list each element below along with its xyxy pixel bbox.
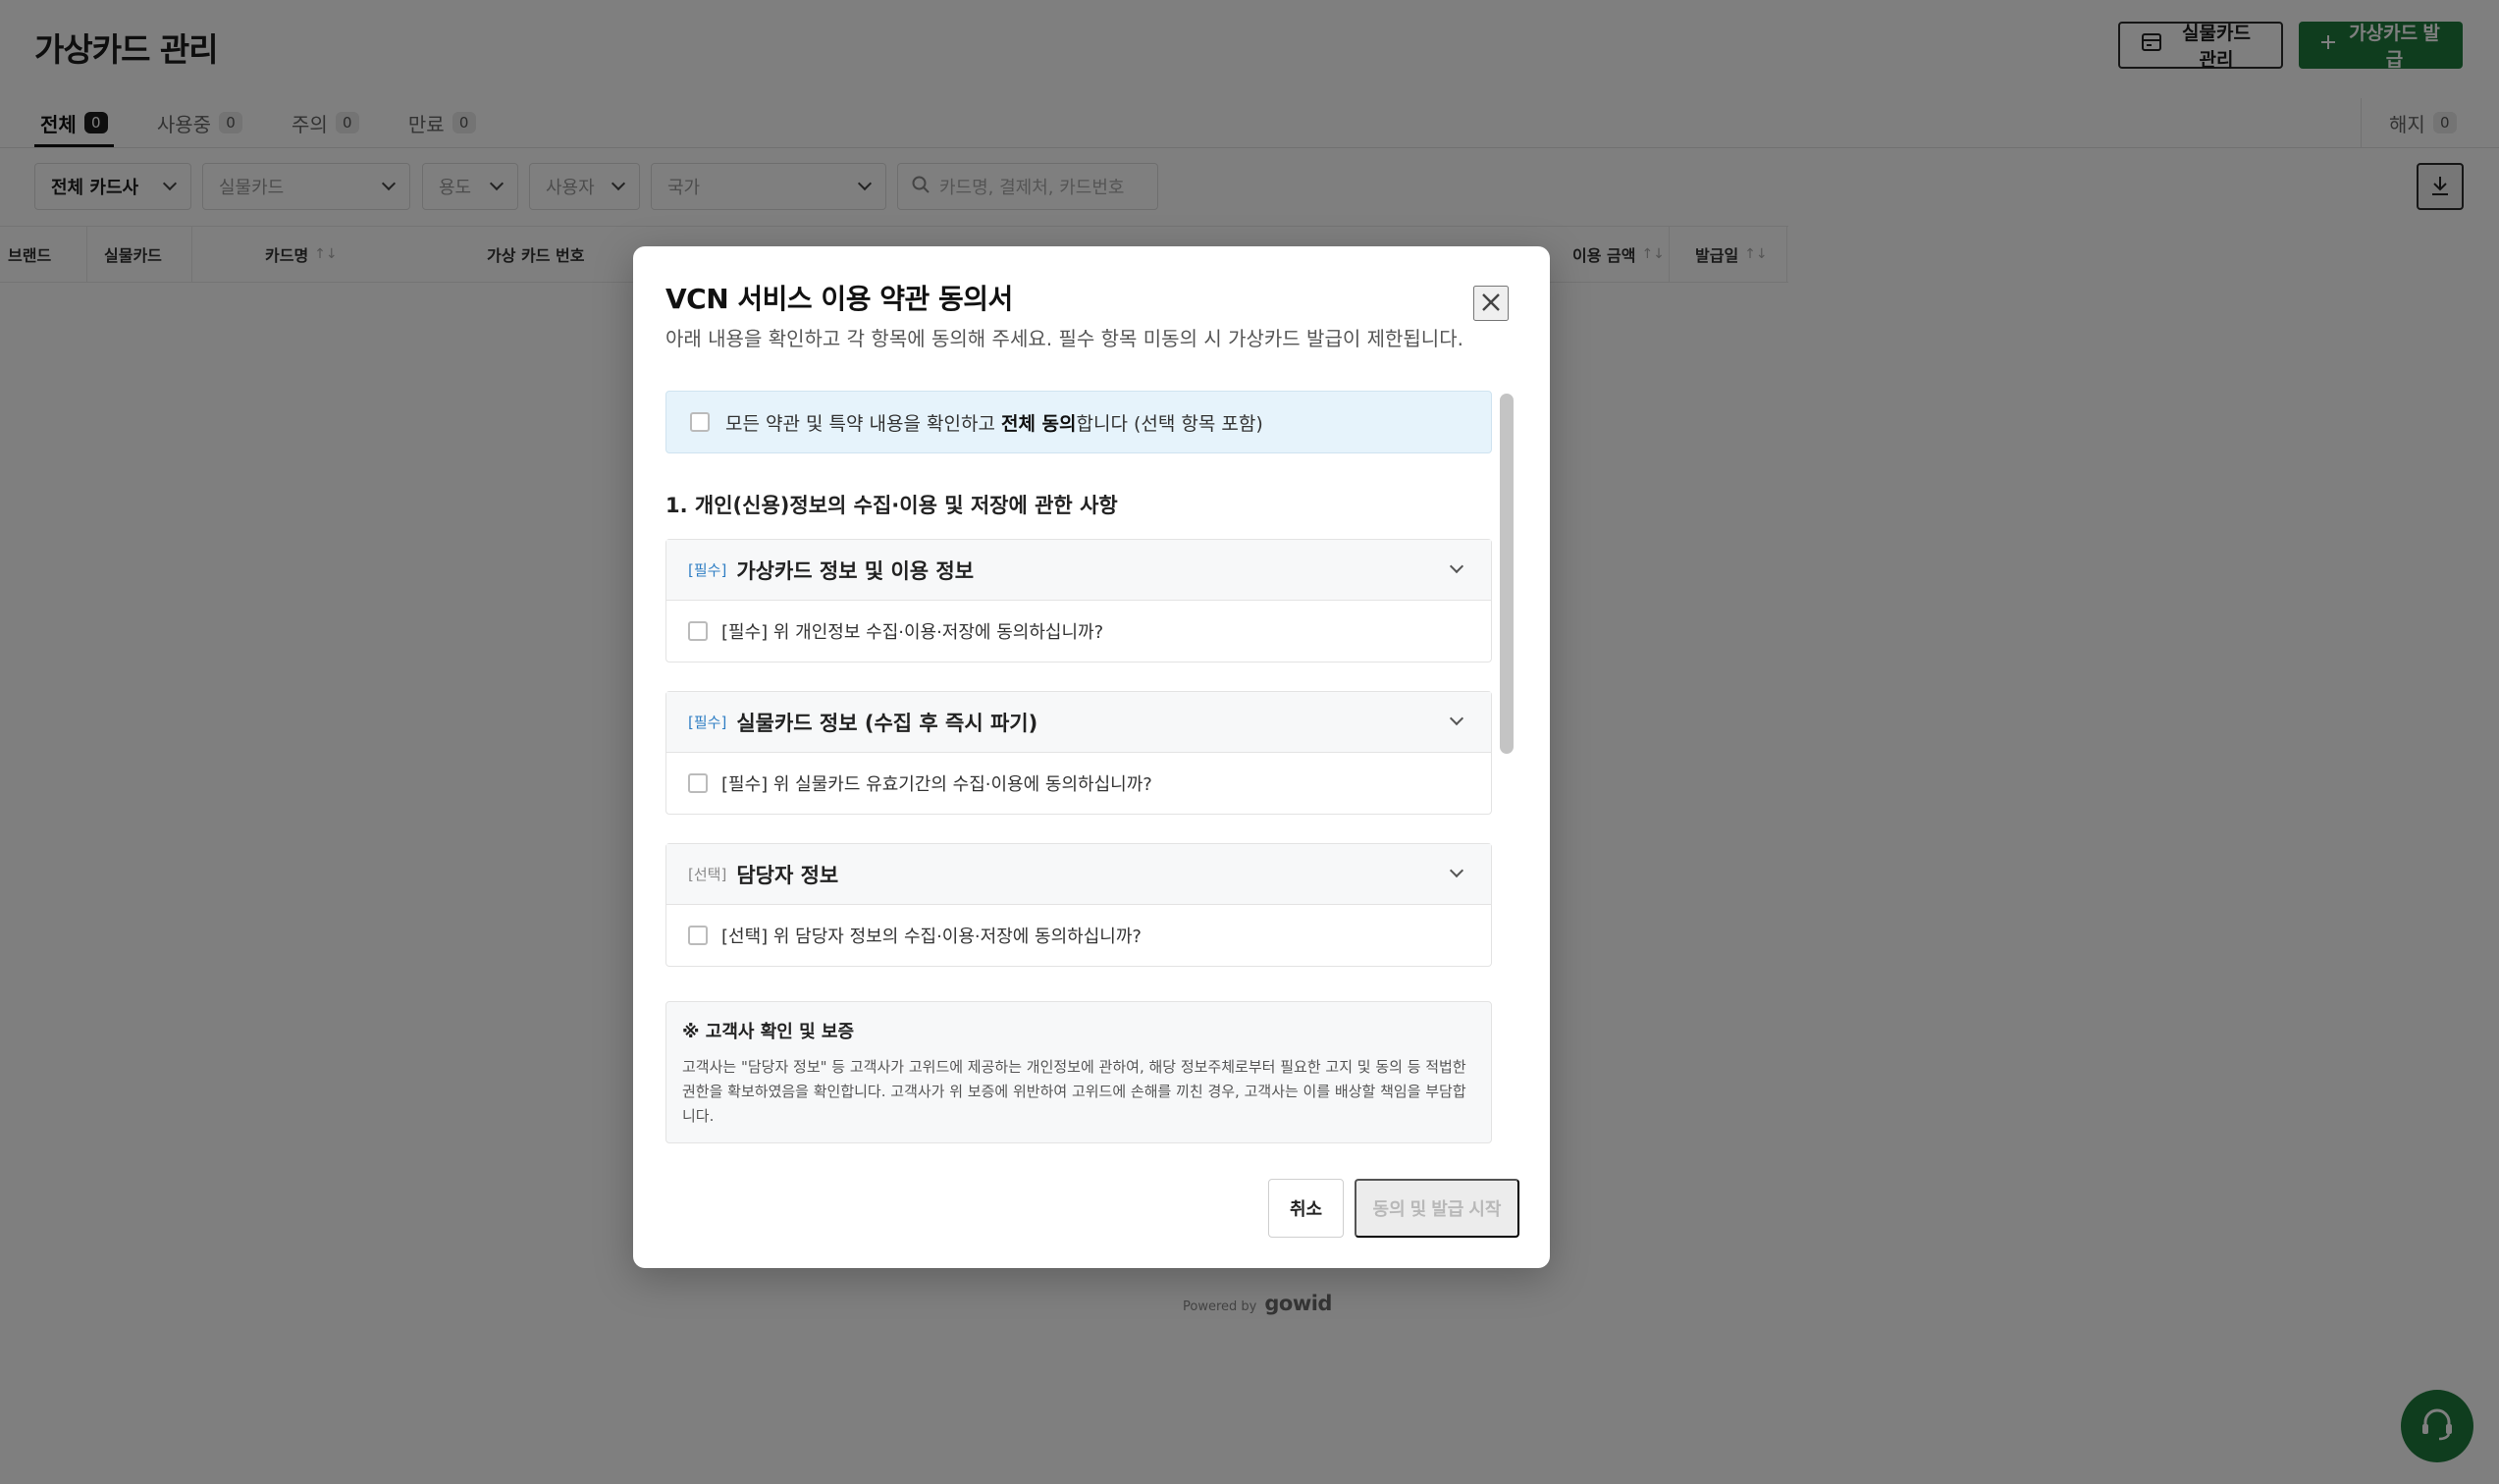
agree-all-label: 모든 약관 및 특약 내용을 확인하고 전체 동의합니다 (선택 항목 포함) <box>725 412 1263 435</box>
scrollbar-thumb[interactable] <box>1500 394 1514 754</box>
accordion-physical-card-info: [필수] 실물카드 정보 (수집 후 즉시 파기) [필수] 위 실물카드 유효… <box>665 691 1492 815</box>
terms-agreement-modal: VCN 서비스 이용 약관 동의서 아래 내용을 확인하고 각 항목에 동의해 … <box>633 246 1550 1268</box>
accordion-header[interactable]: [선택] 담당자 정보 <box>666 844 1491 905</box>
optional-tag: [선택] <box>688 866 727 883</box>
agree-label: [필수] 위 개인정보 수집·이용·저장에 동의하십니까? <box>721 622 1104 643</box>
terms-scroll-area[interactable]: 모든 약관 및 특약 내용을 확인하고 전체 동의합니다 (선택 항목 포함) … <box>665 391 1492 1146</box>
agree-checkbox[interactable] <box>688 773 708 793</box>
accordion-header[interactable]: [필수] 실물카드 정보 (수집 후 즉시 파기) <box>666 692 1491 753</box>
accordion-title: 가상카드 정보 및 이용 정보 <box>736 558 975 583</box>
agree-checkbox[interactable] <box>688 621 708 641</box>
customer-warranty-notice: ※ 고객사 확인 및 보증 고객사는 "담당자 정보" 등 고객사가 고위드에 … <box>665 1001 1492 1143</box>
agree-checkbox[interactable] <box>688 926 708 945</box>
notice-text: 고객사는 "담당자 정보" 등 고객사가 고위드에 제공하는 개인정보에 관하여… <box>682 1058 1466 1125</box>
chevron-down-icon <box>1449 711 1464 726</box>
cancel-button[interactable]: 취소 <box>1268 1179 1344 1238</box>
accordion-virtual-card-info: [필수] 가상카드 정보 및 이용 정보 [필수] 위 개인정보 수집·이용·저… <box>665 539 1492 662</box>
close-icon <box>1481 292 1501 315</box>
agree-row[interactable]: [필수] 위 개인정보 수집·이용·저장에 동의하십니까? <box>666 601 1491 662</box>
agree-and-issue-button[interactable]: 동의 및 발급 시작 <box>1355 1179 1519 1238</box>
accordion-title: 담당자 정보 <box>736 863 839 887</box>
agree-label: [필수] 위 실물카드 유효기간의 수집·이용에 동의하십니까? <box>721 774 1152 795</box>
close-button[interactable] <box>1473 286 1509 321</box>
notice-title: ※ 고객사 확인 및 보증 <box>682 1022 855 1042</box>
agree-all-row[interactable]: 모든 약관 및 특약 내용을 확인하고 전체 동의합니다 (선택 항목 포함) <box>665 391 1492 453</box>
accordion-header[interactable]: [필수] 가상카드 정보 및 이용 정보 <box>666 540 1491 601</box>
agree-all-checkbox[interactable] <box>690 412 710 432</box>
chevron-down-icon <box>1449 863 1464 878</box>
required-tag: [필수] <box>688 714 727 731</box>
section-title: 1. 개인(신용)정보의 수집·이용 및 저장에 관한 사항 <box>665 494 1118 517</box>
modal-title: VCN 서비스 이용 약관 동의서 <box>665 283 1013 315</box>
modal-subtitle: 아래 내용을 확인하고 각 항목에 동의해 주세요. 필수 항목 미동의 시 가… <box>665 327 1463 350</box>
agree-label: [선택] 위 담당자 정보의 수집·이용·저장에 동의하십니까? <box>721 927 1142 947</box>
agree-row[interactable]: [선택] 위 담당자 정보의 수집·이용·저장에 동의하십니까? <box>666 905 1491 966</box>
agree-row[interactable]: [필수] 위 실물카드 유효기간의 수집·이용에 동의하십니까? <box>666 753 1491 814</box>
chevron-down-icon <box>1449 558 1464 574</box>
required-tag: [필수] <box>688 561 727 579</box>
accordion-title: 실물카드 정보 (수집 후 즉시 파기) <box>736 711 1038 735</box>
accordion-manager-info: [선택] 담당자 정보 [선택] 위 담당자 정보의 수집·이용·저장에 동의하… <box>665 843 1492 967</box>
